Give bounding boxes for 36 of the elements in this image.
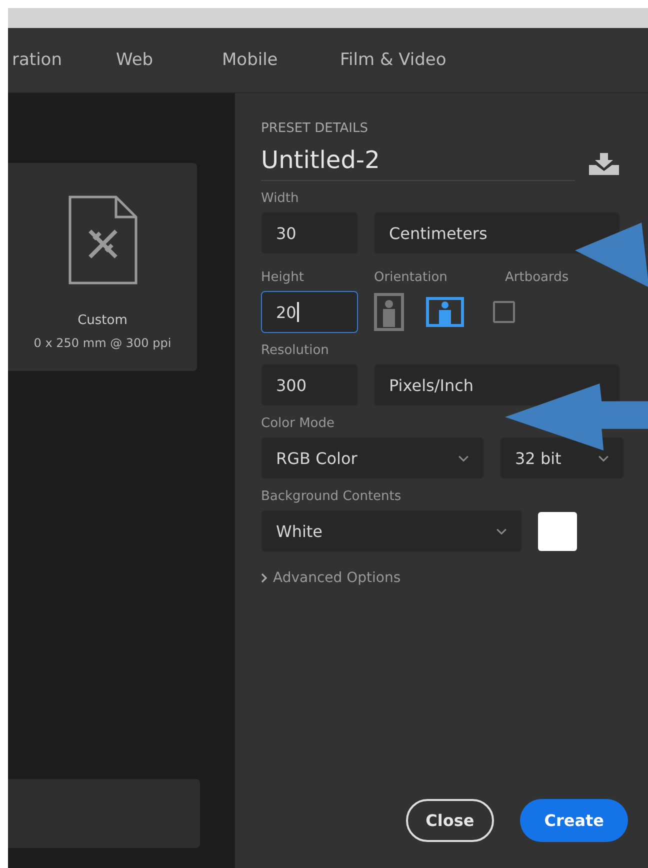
document-name-field[interactable]: Untitled-2 — [261, 146, 575, 181]
background-dropdown[interactable]: White — [261, 510, 522, 552]
landscape-orientation-icon[interactable] — [426, 297, 464, 327]
advanced-options-toggle[interactable]: Advanced Options — [261, 570, 401, 586]
create-button[interactable]: Create — [520, 799, 628, 842]
artboards-checkbox[interactable] — [493, 301, 515, 323]
close-button[interactable]: Close — [406, 799, 494, 842]
category-tab[interactable]: Web — [116, 50, 222, 70]
unit-dropdown[interactable]: Centimeters — [374, 212, 620, 254]
height-input[interactable]: 20 — [261, 291, 358, 333]
chevron-down-icon — [598, 454, 609, 462]
category-tab[interactable]: Mobile — [222, 50, 340, 70]
field-label: Width — [261, 191, 300, 206]
preset-size: 0 x 250 mm @ 300 ppi — [34, 336, 172, 350]
category-tab[interactable]: Film & Video — [340, 50, 446, 70]
field-label: Color Mode — [261, 416, 336, 431]
preset-card[interactable]: Custom 0 x 250 mm @ 300 ppi — [8, 163, 197, 371]
resolution-input[interactable]: 300 — [261, 364, 358, 406]
color-swatch[interactable] — [538, 512, 577, 550]
field-label: Artboards — [505, 270, 569, 285]
document-icon — [68, 195, 138, 285]
chevron-down-icon — [496, 528, 507, 534]
field-label: Resolution — [261, 343, 330, 358]
unit-dropdown[interactable]: Pixels/Inch — [374, 364, 620, 406]
field-label: Background Contents — [261, 489, 402, 504]
portrait-orientation-icon[interactable] — [374, 293, 404, 331]
color-mode-dropdown[interactable]: RGB Color — [261, 437, 484, 479]
section-heading: PRESET DETAILS — [261, 121, 370, 136]
category-tab[interactable]: ration — [12, 50, 116, 70]
width-input[interactable]: 30 — [261, 212, 358, 254]
field-label: Orientation — [374, 270, 448, 285]
chevron-down-icon — [458, 454, 469, 462]
preset-name: Custom — [78, 313, 128, 328]
save-preset-icon[interactable] — [589, 152, 619, 174]
bit-depth-dropdown[interactable]: 32 bit — [500, 437, 624, 479]
field-label: Height — [261, 270, 305, 285]
